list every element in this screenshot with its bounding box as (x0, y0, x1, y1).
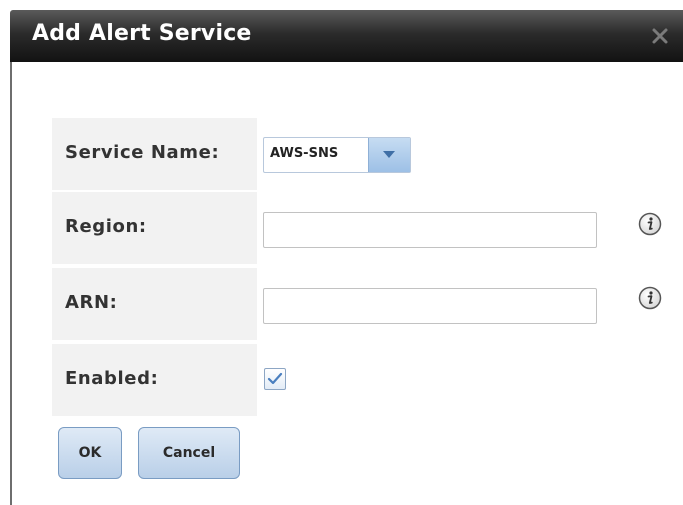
add-alert-service-dialog: Add Alert Service Service Name: AWS-SNS … (0, 0, 683, 505)
close-icon[interactable] (651, 27, 669, 45)
enabled-label-cell: Enabled: (52, 344, 257, 416)
service-name-label-cell: Service Name: (52, 118, 257, 190)
region-input[interactable] (263, 212, 597, 248)
dialog-border (10, 62, 12, 505)
arn-input[interactable] (263, 288, 597, 324)
service-name-selected-value: AWS-SNS (270, 146, 339, 161)
arn-label-cell: ARN: (52, 268, 257, 340)
dialog-titlebar[interactable]: Add Alert Service (10, 10, 683, 62)
checkmark-icon (267, 372, 283, 385)
ok-button[interactable]: OK (58, 427, 122, 479)
info-icon[interactable] (638, 212, 662, 236)
dialog-title: Add Alert Service (32, 21, 252, 46)
chevron-down-icon[interactable] (368, 138, 410, 172)
enabled-label: Enabled: (65, 368, 159, 389)
region-label-cell: Region: (52, 192, 257, 264)
arn-label: ARN: (65, 292, 118, 313)
service-name-label: Service Name: (65, 142, 220, 163)
cancel-button[interactable]: Cancel (138, 427, 240, 479)
info-icon[interactable] (638, 286, 662, 310)
service-name-select[interactable]: AWS-SNS (263, 137, 411, 173)
region-label: Region: (65, 216, 147, 237)
enabled-checkbox[interactable] (264, 368, 286, 390)
